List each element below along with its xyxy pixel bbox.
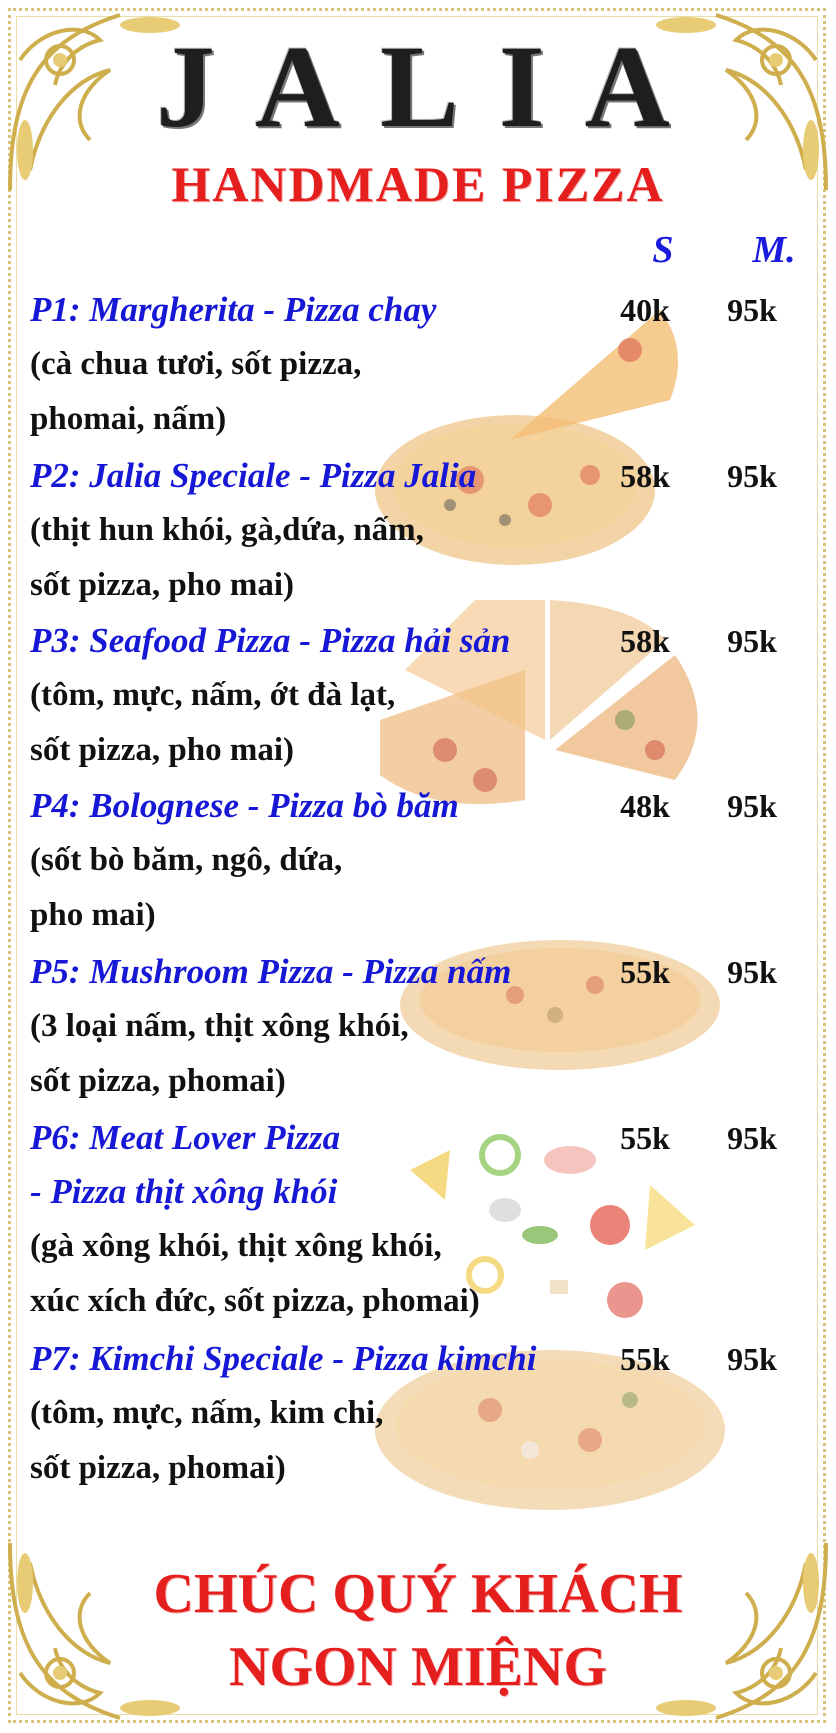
menu-item-desc: sốt pizza, phomai): [30, 1063, 286, 1099]
price-small: 55k: [620, 1341, 670, 1377]
menu-item-title: P6: Meat Lover Pizza: [30, 1118, 341, 1157]
menu-item-desc: (thịt hun khói, gà,dứa, nấm,: [30, 512, 424, 548]
closing-line-1: CHÚC QUÝ KHÁCH: [153, 1563, 683, 1625]
menu-item-desc: xúc xích đức, sốt pizza, phomai): [30, 1283, 480, 1319]
price-medium: 95k: [727, 1341, 777, 1377]
menu-item-p5: P5: Mushroom Pizza - Pizza nấm (3 loại n…: [30, 945, 810, 1109]
size-small-header: S: [652, 229, 674, 271]
menu-item-desc: phomai, nấm): [30, 401, 227, 437]
price-medium: 95k: [727, 788, 777, 824]
menu-item-desc: sốt pizza, pho mai): [30, 732, 294, 768]
menu-item-desc: (sốt bò băm, ngô, dứa,: [30, 842, 343, 878]
closing-line-2: NGON MIỆNG: [229, 1636, 607, 1698]
menu-item-p2: P2: Jalia Speciale - Pizza Jalia (thịt h…: [30, 449, 810, 613]
price-small: 48k: [620, 788, 670, 824]
menu-item-p6: P6: Meat Lover Pizza - Pizza thịt xông k…: [30, 1111, 810, 1329]
menu-item-desc: (tôm, mực, nấm, ớt đà lạt,: [30, 677, 396, 713]
menu-item-title: P7: Kimchi Speciale - Pizza kimchi: [30, 1339, 537, 1378]
price-small: 55k: [620, 954, 670, 990]
menu-item-title: P5: Mushroom Pizza - Pizza nấm: [30, 952, 512, 991]
price-small: 58k: [620, 458, 670, 494]
restaurant-subtitle: HANDMADE PIZZA: [171, 156, 665, 212]
menu-item-p1: P1: Margherita - Pizza chay (cà chua tươ…: [30, 283, 810, 447]
menu-item-desc: pho mai): [30, 897, 156, 933]
menu-item-desc: (gà xông khói, thịt xông khói,: [30, 1228, 442, 1264]
menu-item-desc: (3 loại nấm, thịt xông khói,: [30, 1008, 409, 1044]
menu-item-title: P2: Jalia Speciale - Pizza Jalia: [30, 456, 477, 495]
price-small: 40k: [620, 292, 670, 328]
menu-item-title: P4: Bolognese - Pizza bò băm: [30, 786, 459, 825]
menu-item-p4: P4: Bolognese - Pizza bò băm (sốt bò băm…: [30, 779, 810, 943]
price-medium: 95k: [727, 1120, 777, 1156]
menu-item-title: P1: Margherita - Pizza chay: [30, 290, 437, 329]
price-small: 55k: [620, 1120, 670, 1156]
price-medium: 95k: [727, 292, 777, 328]
menu-item-title: P3: Seafood Pizza - Pizza hải sản: [30, 621, 511, 660]
menu-item-desc: (cà chua tươi, sốt pizza,: [30, 346, 362, 382]
menu-item-title-line2: - Pizza thịt xông khói: [30, 1172, 338, 1211]
menu-item-p3: P3: Seafood Pizza - Pizza hải sản (tôm, …: [30, 614, 810, 778]
size-medium-header: M.: [752, 229, 796, 271]
menu-item-desc: sốt pizza, pho mai): [30, 567, 294, 603]
menu-item-p7: P7: Kimchi Speciale - Pizza kimchi (tôm,…: [30, 1332, 810, 1496]
restaurant-name: JALIA: [155, 21, 711, 152]
price-medium: 95k: [727, 458, 777, 494]
menu-item-desc: sốt pizza, phomai): [30, 1450, 286, 1486]
price-small: 58k: [620, 623, 670, 659]
price-medium: 95k: [727, 954, 777, 990]
menu-item-desc: (tôm, mực, nấm, kim chi,: [30, 1395, 384, 1431]
price-medium: 95k: [727, 623, 777, 659]
